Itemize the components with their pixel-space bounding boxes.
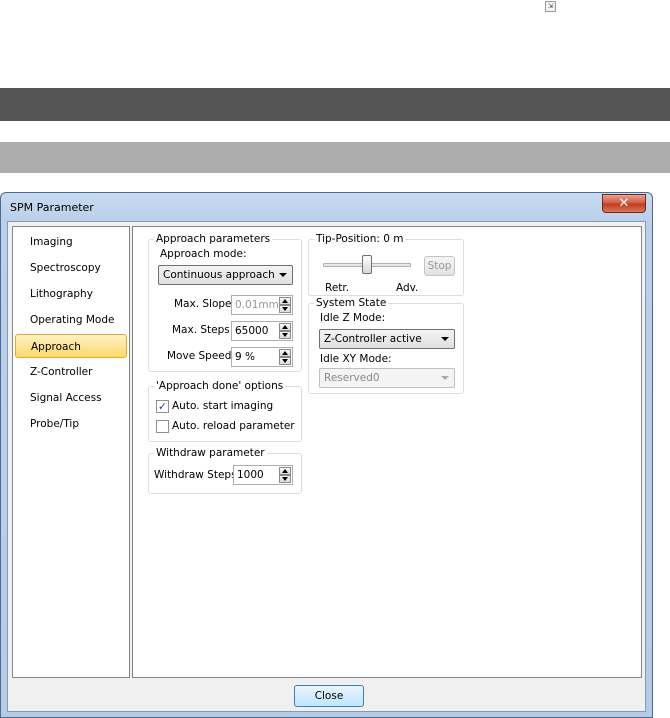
nav-item-z-controller[interactable]: Z-Controller: [15, 360, 127, 384]
category-list: Imaging Spectroscopy Lithography Operati…: [12, 226, 130, 678]
spin-up-icon[interactable]: [279, 349, 291, 357]
nav-item-spectroscopy[interactable]: Spectroscopy: [15, 256, 127, 280]
move-speed-spinner: [279, 349, 291, 365]
idle-z-mode-label: Idle Z Mode:: [320, 312, 386, 324]
idle-z-mode-select[interactable]: Z-Controller active: [319, 329, 455, 349]
nav-item-approach[interactable]: Approach: [15, 334, 127, 358]
approach-parameters-title: Approach parameters: [154, 233, 273, 246]
title-bar: SPM Parameter ✕: [1, 193, 652, 221]
max-steps-spinner: [279, 323, 291, 339]
spin-up-icon[interactable]: [279, 467, 291, 475]
nav-item-lithography[interactable]: Lithography: [15, 282, 127, 306]
approach-mode-label: Approach mode:: [160, 248, 247, 260]
max-slope-input[interactable]: 0.01mm/s: [231, 295, 293, 315]
dark-section-bar: [0, 88, 670, 121]
chevron-down-icon: [441, 376, 449, 380]
auto-reload-parameter-checkbox[interactable]: [156, 420, 169, 433]
max-slope-label: Max. Slope: [174, 298, 232, 310]
resize-corner-icon: ⇲: [545, 1, 556, 12]
max-slope-value: 0.01mm/s: [235, 299, 279, 311]
withdraw-steps-spinner: [279, 467, 291, 483]
system-state-group: System State Idle Z Mode: Z-Controller a…: [308, 297, 464, 394]
max-steps-value: 65000: [235, 325, 269, 337]
tip-position-group: Tip-Position: 0 m Stop Retr. Adv.: [308, 233, 464, 296]
withdraw-parameter-group: Withdraw parameter Withdraw Steps 1000: [148, 447, 302, 494]
spin-down-icon[interactable]: [279, 475, 291, 483]
auto-start-imaging-checkbox[interactable]: ✓: [156, 400, 169, 413]
dialog-title: SPM Parameter: [10, 201, 94, 214]
stop-button[interactable]: Stop: [424, 256, 455, 276]
nav-item-operating-mode[interactable]: Operating Mode: [15, 308, 127, 332]
light-section-bar: [0, 142, 670, 173]
max-steps-input[interactable]: 65000: [231, 321, 293, 341]
dialog-client-area: Imaging Spectroscopy Lithography Operati…: [7, 221, 646, 712]
withdraw-steps-value: 1000: [237, 469, 264, 481]
auto-start-imaging-label: Auto. start imaging: [172, 400, 274, 412]
max-steps-label: Max. Steps: [172, 324, 230, 336]
move-speed-label: Move Speed: [167, 350, 232, 362]
chevron-down-icon: [441, 337, 449, 341]
move-speed-value: 9 %: [235, 351, 255, 363]
approach-mode-select[interactable]: Continuous approach: [158, 265, 293, 285]
spin-down-icon[interactable]: [279, 331, 291, 339]
max-slope-spinner: [279, 297, 291, 313]
idle-z-mode-value: Z-Controller active: [324, 333, 422, 345]
approach-parameters-group: Approach parameters Approach mode: Conti…: [148, 233, 302, 372]
retract-label: Retr.: [325, 282, 350, 294]
spin-down-icon[interactable]: [279, 305, 291, 313]
approach-settings-panel: Approach parameters Approach mode: Conti…: [132, 226, 642, 678]
close-icon[interactable]: ✕: [602, 194, 646, 213]
tip-position-slider-thumb[interactable]: [362, 255, 372, 274]
nav-item-signal-access[interactable]: Signal Access: [15, 386, 127, 410]
advance-label: Adv.: [396, 282, 419, 294]
spin-up-icon[interactable]: [279, 297, 291, 305]
nav-item-imaging[interactable]: Imaging: [15, 230, 127, 254]
page: ⇲ SPM Parameter ✕ Imaging Spectroscopy L…: [0, 0, 670, 718]
withdraw-steps-label: Withdraw Steps: [154, 469, 237, 481]
approach-mode-value: Continuous approach: [163, 269, 275, 281]
approach-done-title: 'Approach done' options: [154, 380, 286, 393]
system-state-title: System State: [314, 297, 389, 310]
tip-position-title: Tip-Position: 0 m: [314, 233, 406, 246]
spin-up-icon[interactable]: [279, 323, 291, 331]
withdraw-steps-input[interactable]: 1000: [233, 465, 293, 485]
auto-reload-parameter-label: Auto. reload parameter: [172, 420, 295, 432]
idle-xy-mode-select[interactable]: Reserved0: [319, 368, 455, 388]
close-button[interactable]: Close: [294, 685, 364, 707]
spin-down-icon[interactable]: [279, 357, 291, 365]
move-speed-input[interactable]: 9 %: [231, 347, 293, 367]
spm-parameter-dialog: SPM Parameter ✕ Imaging Spectroscopy Lit…: [0, 192, 653, 718]
idle-xy-mode-label: Idle XY Mode:: [320, 353, 392, 365]
idle-xy-mode-value: Reserved0: [324, 372, 380, 384]
withdraw-parameter-title: Withdraw parameter: [154, 447, 267, 460]
nav-item-probe-tip[interactable]: Probe/Tip: [15, 412, 127, 436]
approach-done-group: 'Approach done' options ✓ Auto. start im…: [148, 380, 302, 442]
chevron-down-icon: [279, 273, 287, 277]
